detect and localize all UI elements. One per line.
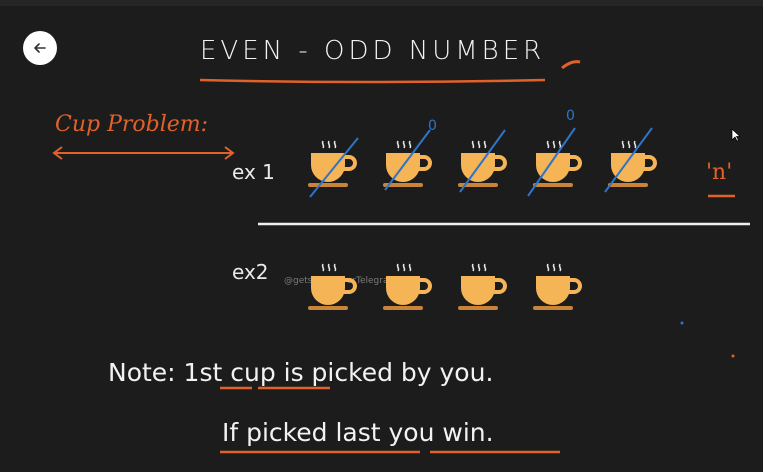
coffee-cup-icon xyxy=(308,140,357,187)
coffee-cup-icon xyxy=(383,263,432,310)
page-title: EVEN - ODD NUMBER xyxy=(200,36,546,66)
mouse-pointer-icon xyxy=(731,128,741,142)
back-button[interactable] xyxy=(23,31,57,65)
top-bar xyxy=(0,0,763,6)
annotation-layer xyxy=(52,60,750,454)
note-text: Note: 1st cup is picked by you. xyxy=(108,358,494,387)
coffee-cup-icon xyxy=(308,263,357,310)
blue-zero-marker: 0 xyxy=(428,118,437,134)
coffee-cup-icon xyxy=(533,263,582,310)
arrow-left-icon xyxy=(34,43,46,53)
coffee-cup-icon xyxy=(458,263,507,310)
stray-dot xyxy=(680,321,684,325)
coffee-cup-icon xyxy=(383,140,432,187)
blue-zero-marker: 0 xyxy=(566,108,575,124)
cup-problem-heading: Cup Problem: xyxy=(55,112,209,137)
example-2-label: ex2 xyxy=(232,260,269,284)
coffee-cup-icon xyxy=(608,140,657,187)
coffee-cup-icon xyxy=(533,140,582,187)
stray-dot xyxy=(731,354,735,358)
coffee-cup-icon xyxy=(458,140,507,187)
example-1-label: ex 1 xyxy=(232,160,275,184)
win-rule-text: If picked last you win. xyxy=(222,418,494,447)
double-arrow xyxy=(52,146,235,160)
n-label: 'n' xyxy=(706,160,733,185)
